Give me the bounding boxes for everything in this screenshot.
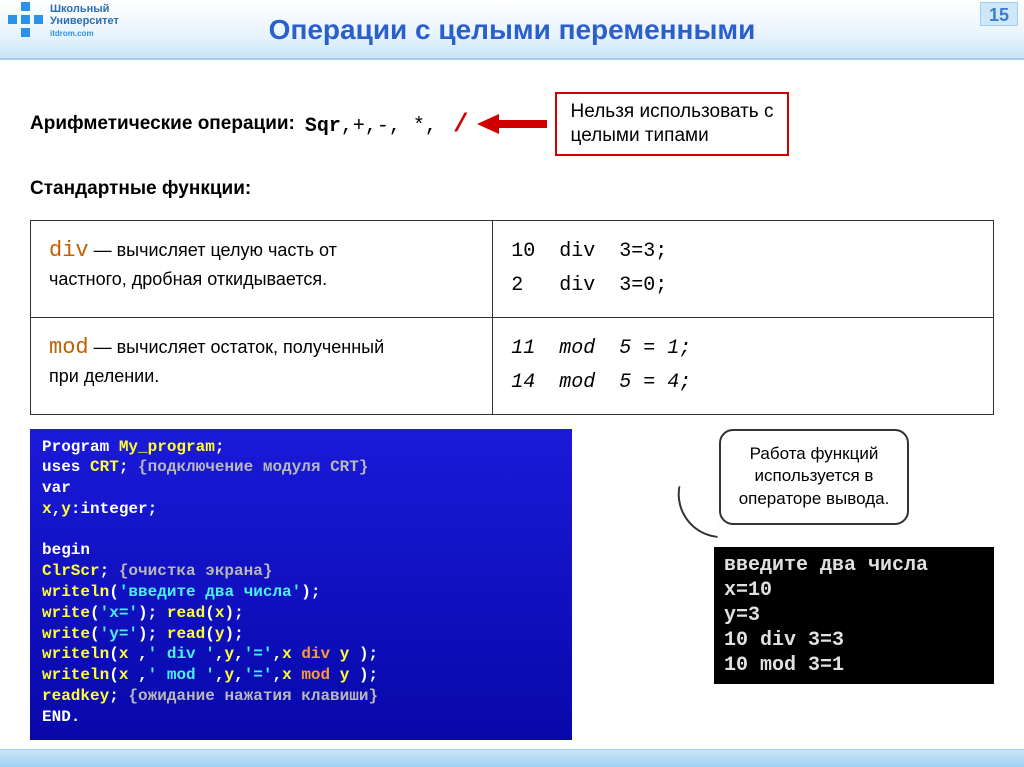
functions-table: div — вычисляет целую часть от частного,…: [30, 220, 994, 415]
pascal-code-block: Program My_program; uses CRT; {подключен…: [30, 429, 572, 740]
page-number: 15: [980, 2, 1018, 26]
div-desc-cell: div — вычисляет целую часть от частного,…: [31, 220, 493, 317]
content: Арифметические операции: Sqr,+,-, *, / Н…: [0, 60, 1024, 760]
arrow-left-icon: [477, 114, 547, 134]
bottom-row: Program My_program; uses CRT; {подключен…: [30, 429, 994, 740]
table-row: div — вычисляет целую часть от частного,…: [31, 220, 994, 317]
bubble-line1: Работа функций: [750, 444, 879, 463]
mod-example-cell: 11 mod 5 = 1; 14 mod 5 = 4;: [493, 317, 994, 414]
warning-box: Нельзя использовать с целыми типами: [555, 92, 790, 156]
slide-title: Операции с целыми переменными: [0, 14, 1024, 46]
div-desc1: — вычисляет целую часть от: [89, 240, 337, 260]
div-desc2: частного, дробная откидывается.: [49, 269, 327, 289]
mod-keyword: mod: [49, 335, 89, 360]
arith-ops: Sqr,+,-, *, /: [305, 109, 469, 139]
sqr-op: Sqr: [305, 115, 341, 138]
header: Школьный Университет itdrom.com Операции…: [0, 0, 1024, 60]
right-column: Работа функций используется в операторе …: [586, 429, 994, 740]
warn-line2: целыми типами: [571, 125, 709, 146]
speech-bubble: Работа функций используется в операторе …: [719, 429, 910, 526]
warn-line1: Нельзя использовать с: [571, 101, 774, 122]
bubble-line2: используется в: [755, 466, 874, 485]
arith-label: Арифметические операции:: [30, 113, 295, 135]
std-functions-label: Стандартные функции:: [30, 178, 994, 200]
table-row: mod — вычисляет остаток, полученный при …: [31, 317, 994, 414]
slash-op: /: [453, 109, 469, 139]
mod-desc-cell: mod — вычисляет остаток, полученный при …: [31, 317, 493, 414]
mod-desc2: при делении.: [49, 366, 159, 386]
div-keyword: div: [49, 238, 89, 263]
console-output: введите два числа x=10 y=3 10 div 3=3 10…: [714, 547, 994, 684]
footer-wave: [0, 749, 1024, 767]
bubble-line3: операторе вывода.: [739, 489, 890, 508]
div-example-cell: 10 div 3=3; 2 div 3=0;: [493, 220, 994, 317]
mod-examples: 11 mod 5 = 1; 14 mod 5 = 4;: [511, 332, 975, 400]
arith-row: Арифметические операции: Sqr,+,-, *, / Н…: [30, 92, 994, 156]
div-examples: 10 div 3=3; 2 div 3=0;: [511, 235, 975, 303]
ops-rest: ,+,-, *,: [341, 115, 437, 138]
mod-desc1: — вычисляет остаток, полученный: [89, 337, 385, 357]
